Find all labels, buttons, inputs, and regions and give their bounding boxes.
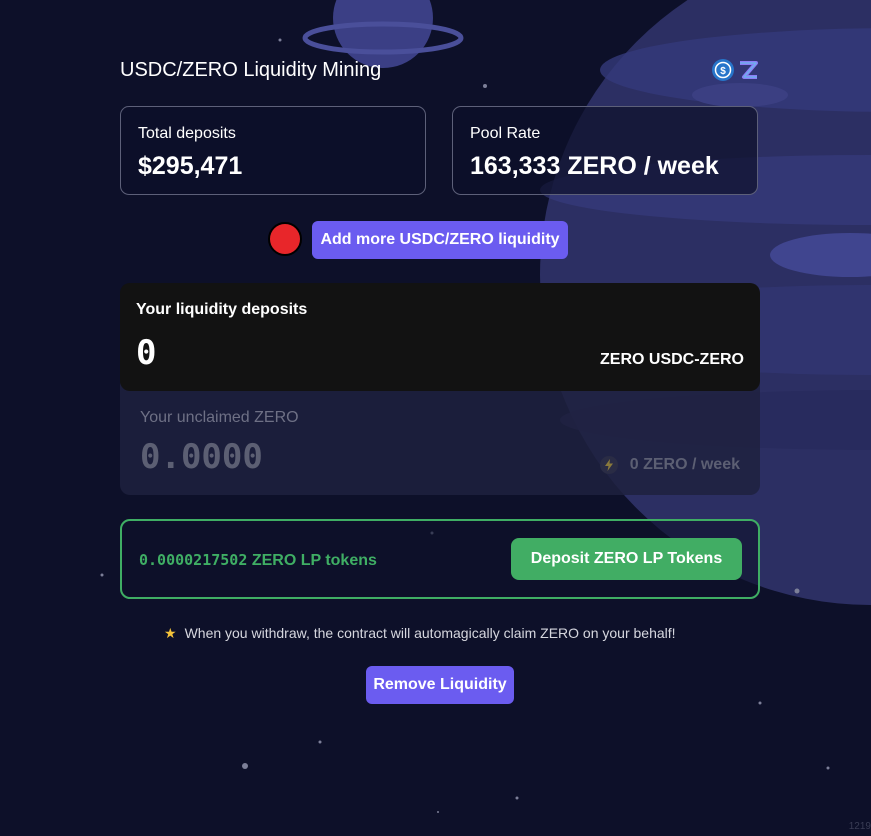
ringed-planet-illustration xyxy=(302,0,464,68)
add-liquidity-button[interactable]: Add more USDC/ZERO liquidity xyxy=(312,221,568,259)
alert-indicator xyxy=(268,222,302,256)
total-deposits-value: $295,471 xyxy=(138,152,243,180)
unclaimed-zero-value: 0.0000 xyxy=(140,437,263,477)
liquidity-deposits-unit: ZERO USDC-ZERO xyxy=(600,351,744,368)
star-icon: ★ xyxy=(164,625,177,641)
total-deposits-card: Total deposits $295,471 xyxy=(120,106,426,195)
svg-text:$: $ xyxy=(720,66,726,77)
corner-label: 1219 xyxy=(848,821,871,832)
withdraw-note-text: When you withdraw, the contract will aut… xyxy=(184,625,676,641)
lp-token-amount: 0.0000217502 xyxy=(139,551,248,569)
unclaimed-zero-card: Your unclaimed ZERO 0.0000 0 ZERO / week xyxy=(120,375,760,495)
liquidity-deposits-value: 0 xyxy=(136,333,157,373)
total-deposits-label: Total deposits xyxy=(138,125,236,142)
pool-rate-card: Pool Rate 163,333 ZERO / week xyxy=(452,106,758,195)
usdc-icon: $ xyxy=(712,59,734,81)
deposit-lp-tokens-button[interactable]: Deposit ZERO LP Tokens xyxy=(511,538,742,580)
token-logos: $ xyxy=(712,59,758,81)
lp-token-balance: 0.0000217502 ZERO LP tokens xyxy=(139,551,377,570)
unclaimed-zero-label: Your unclaimed ZERO xyxy=(140,409,299,426)
bolt-icon xyxy=(600,456,618,474)
page-title: USDC/ZERO Liquidity Mining xyxy=(120,59,382,81)
unclaimed-zero-rate: 0 ZERO / week xyxy=(629,456,740,473)
pool-rate-value: 163,333 ZERO / week xyxy=(470,152,719,180)
zero-icon xyxy=(740,61,758,79)
lp-token-suffix: ZERO LP tokens xyxy=(247,552,377,569)
pool-rate-label: Pool Rate xyxy=(470,125,541,142)
withdraw-note: ★ When you withdraw, the contract will au… xyxy=(164,625,676,642)
liquidity-deposits-card: Your liquidity deposits 0 ZERO USDC-ZERO xyxy=(120,283,760,391)
lp-token-panel: 0.0000217502 ZERO LP tokens Deposit ZERO… xyxy=(120,519,760,599)
remove-liquidity-button[interactable]: Remove Liquidity xyxy=(366,666,514,704)
liquidity-deposits-label: Your liquidity deposits xyxy=(136,301,308,318)
